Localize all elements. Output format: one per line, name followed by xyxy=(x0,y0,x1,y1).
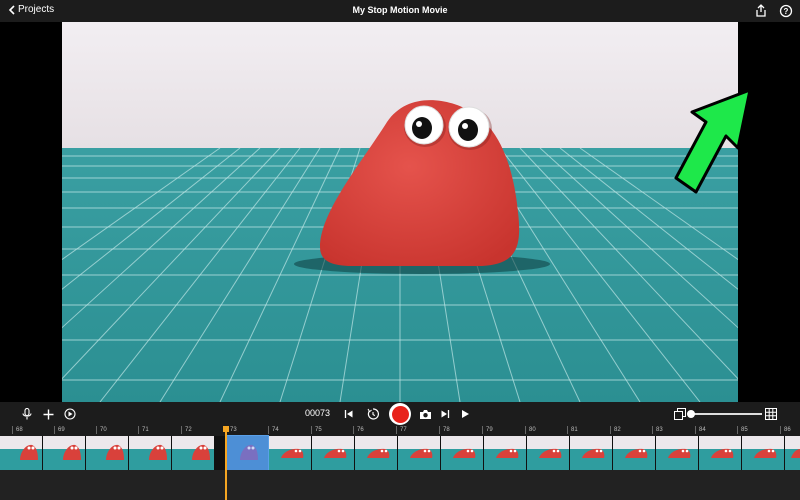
frame-number: 80 xyxy=(525,426,536,434)
timer-button[interactable] xyxy=(366,407,380,421)
frame-strip xyxy=(0,435,800,471)
frame-number: 79 xyxy=(482,426,493,434)
timer-icon xyxy=(367,408,379,420)
project-title: My Stop Motion Movie xyxy=(352,5,448,15)
microphone-button[interactable] xyxy=(20,407,34,421)
frame-thumbnail[interactable] xyxy=(0,436,42,470)
frame-number: 75 xyxy=(311,426,322,434)
frame-number: 76 xyxy=(353,426,364,434)
frame-thumbnail[interactable] xyxy=(43,436,85,470)
playhead[interactable] xyxy=(225,426,227,500)
playback-speed-icon xyxy=(64,408,76,420)
frame-thumbnail[interactable] xyxy=(785,436,800,470)
grid-button[interactable] xyxy=(764,407,778,421)
onion-skin-overlay-button[interactable] xyxy=(673,407,687,421)
plus-icon xyxy=(43,409,53,419)
frame-thumbnail[interactable] xyxy=(484,436,526,470)
microphone-icon xyxy=(22,408,32,420)
frame-number: 72 xyxy=(181,426,192,434)
frame-number: 71 xyxy=(138,426,149,434)
frame-counter: 00073 xyxy=(305,408,331,418)
record-icon xyxy=(391,405,409,423)
capture-controls: 00073 xyxy=(0,402,800,426)
title-bar: Projects My Stop Motion Movie ? xyxy=(0,0,800,22)
captured-frame-image xyxy=(62,22,738,402)
play-button[interactable] xyxy=(458,407,472,421)
share-button[interactable] xyxy=(754,4,768,18)
overlay-icon xyxy=(674,408,686,420)
frame-number: 68 xyxy=(12,426,23,434)
playhead-handle[interactable] xyxy=(223,426,229,432)
zoom-slider[interactable] xyxy=(687,410,762,418)
green-arrow-pointer-icon xyxy=(674,88,752,194)
zoom-slider-knob[interactable] xyxy=(687,410,695,418)
projects-back-button[interactable]: Projects xyxy=(8,4,54,15)
help-icon: ? xyxy=(779,4,793,18)
frame-number: 70 xyxy=(96,426,107,434)
frame-thumbnail[interactable] xyxy=(699,436,741,470)
frame-thumbnail[interactable] xyxy=(269,436,311,470)
frame-number: 69 xyxy=(54,426,65,434)
playback-speed-button[interactable] xyxy=(63,407,77,421)
frame-thumbnail-selected[interactable] xyxy=(225,435,269,471)
frame-thumbnail[interactable] xyxy=(527,436,569,470)
record-button[interactable] xyxy=(389,403,411,425)
help-button[interactable]: ? xyxy=(779,4,793,18)
frame-number: 81 xyxy=(567,426,578,434)
play-icon xyxy=(462,410,469,418)
grid-icon xyxy=(765,408,777,420)
frame-thumbnail[interactable] xyxy=(172,436,214,470)
camera-icon xyxy=(419,409,431,419)
camera-preview xyxy=(0,22,800,402)
audio-track-area[interactable] xyxy=(0,470,800,500)
frame-number: 82 xyxy=(610,426,621,434)
svg-text:?: ? xyxy=(784,7,789,16)
frame-thumbnail[interactable] xyxy=(570,436,612,470)
frame-number: 74 xyxy=(268,426,279,434)
timeline-ruler: 68 69 70 71 72 73 74 75 76 77 78 79 80 8… xyxy=(0,426,800,436)
frame-thumbnail[interactable] xyxy=(613,436,655,470)
add-button[interactable] xyxy=(41,407,55,421)
frame-number: 86 xyxy=(780,426,791,434)
frame-thumbnail[interactable] xyxy=(355,436,397,470)
frame-thumbnail[interactable] xyxy=(656,436,698,470)
frame-number: 78 xyxy=(439,426,450,434)
back-label: Projects xyxy=(18,4,55,15)
frame-thumbnail[interactable] xyxy=(86,436,128,470)
camera-button[interactable] xyxy=(418,407,432,421)
step-forward-icon xyxy=(441,410,450,418)
frame-thumbnail[interactable] xyxy=(312,436,354,470)
step-forward-button[interactable] xyxy=(438,407,452,421)
chevron-left-icon xyxy=(8,4,15,15)
frame-thumbnail[interactable] xyxy=(742,436,784,470)
frame-number: 77 xyxy=(396,426,407,434)
frame-thumbnail[interactable] xyxy=(129,436,171,470)
skip-to-start-icon xyxy=(344,410,353,418)
share-icon xyxy=(756,4,766,17)
frame-thumbnail[interactable] xyxy=(441,436,483,470)
frame-number: 83 xyxy=(652,426,663,434)
frame-thumbnail[interactable] xyxy=(398,436,440,470)
frame-number: 85 xyxy=(737,426,748,434)
frame-number: 84 xyxy=(695,426,706,434)
skip-to-start-button[interactable] xyxy=(342,407,356,421)
